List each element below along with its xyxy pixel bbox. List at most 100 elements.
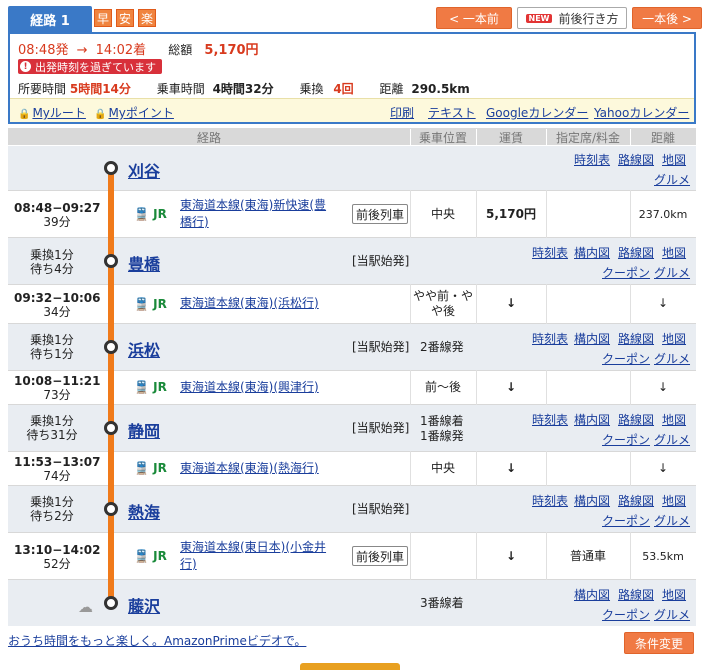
- around-route-label: 前後行き方: [558, 11, 619, 26]
- around-route-button[interactable]: NEW 前後行き方: [517, 7, 627, 29]
- platform: 1番線着 1番線発: [420, 414, 464, 444]
- ride-time-label: 乗車時間: [156, 82, 205, 96]
- text-link[interactable]: テキスト: [428, 104, 476, 121]
- premises-map-link[interactable]: 構内図: [574, 492, 610, 509]
- timetable-link[interactable]: 時刻表: [532, 244, 568, 261]
- segment-duration: 34分: [43, 305, 71, 319]
- station-name-toyohashi[interactable]: 豊橋: [128, 251, 160, 275]
- premises-map-link[interactable]: 構内図: [574, 330, 610, 347]
- line-name[interactable]: 東海道本線(東海)(浜松行): [180, 295, 319, 312]
- around-train-button[interactable]: 前後列車: [352, 204, 409, 224]
- route-map-link[interactable]: 路線図: [618, 411, 654, 428]
- badge-fast: 早: [94, 9, 112, 27]
- timetable-link[interactable]: 時刻表: [532, 492, 568, 509]
- boarding-position: 前〜後: [424, 380, 461, 394]
- start-station-note: [当駅始発]: [352, 340, 410, 354]
- route-map-link[interactable]: 路線図: [618, 244, 654, 261]
- gourmet-link[interactable]: グルメ: [654, 264, 690, 281]
- gourmet-link[interactable]: グルメ: [654, 171, 690, 188]
- map-link[interactable]: 地図: [662, 586, 686, 603]
- departure-time: 08:48発: [18, 43, 69, 58]
- line-name-1[interactable]: 東海道本線(東海)(興津行): [180, 380, 319, 394]
- jr-label: JR: [153, 380, 167, 394]
- premises-map-link[interactable]: 構内図: [574, 586, 610, 603]
- around-train-button[interactable]: 前後列車: [352, 546, 409, 566]
- gourmet-link[interactable]: グルメ: [654, 512, 690, 529]
- next-train-button[interactable]: 一本後 >: [632, 7, 702, 29]
- station-name-hamamatsu[interactable]: 浜松: [128, 337, 160, 361]
- line-name[interactable]: 東海道本線(東海)(熱海行): [180, 460, 319, 477]
- prev-train-button[interactable]: < 一本前: [436, 7, 512, 29]
- line-name[interactable]: 東海道本線(東海)新快速(豊 橋行): [180, 197, 326, 231]
- timetable-link[interactable]: 時刻表: [574, 151, 610, 168]
- line-name-2[interactable]: 橋行): [180, 215, 209, 229]
- route-map-link[interactable]: 路線図: [618, 151, 654, 168]
- coupon-link[interactable]: クーポン: [602, 264, 650, 281]
- map-link[interactable]: 地図: [662, 492, 686, 509]
- badge-cheap: 安: [116, 9, 134, 27]
- premises-map-link[interactable]: 構内図: [574, 244, 610, 261]
- my-point-text[interactable]: Myポイント: [108, 106, 173, 120]
- segment-distance: 237.0km: [638, 208, 688, 221]
- my-route-text[interactable]: Myルート: [32, 106, 85, 120]
- amazon-prime-ad-link[interactable]: おうち時間をもっと楽しく。AmazonPrimeビデオで。: [8, 632, 306, 649]
- map-link[interactable]: 地図: [662, 244, 686, 261]
- route-tab[interactable]: 経路 1: [8, 6, 92, 32]
- table-header: 経路 乗車位置 運賃 指定席/料金 距離: [8, 128, 696, 146]
- route-map-link[interactable]: 路線図: [618, 330, 654, 347]
- required-time-label: 所要時間: [18, 82, 67, 96]
- coupon-link[interactable]: クーポン: [602, 350, 650, 367]
- jr-line: 🚆 JR: [134, 207, 167, 221]
- gourmet-link[interactable]: グルメ: [654, 606, 690, 623]
- my-route-link[interactable]: 🔒 Myルート: [18, 104, 86, 121]
- station-name-kariya[interactable]: 刈谷: [128, 158, 160, 182]
- station-name-fujisawa[interactable]: 藤沢: [128, 593, 160, 617]
- timetable-link[interactable]: 時刻表: [532, 330, 568, 347]
- my-point-link[interactable]: 🔒 Myポイント: [94, 104, 174, 121]
- map-link[interactable]: 地図: [662, 151, 686, 168]
- timetable-link[interactable]: 時刻表: [532, 411, 568, 428]
- transfer-count: 4回: [333, 82, 354, 96]
- segment-time: 09:32−10:06: [14, 291, 101, 305]
- line-name-1[interactable]: 東海道本線(東海)(浜松行): [180, 296, 319, 310]
- jr-label: JR: [153, 461, 167, 475]
- line-name-1[interactable]: 東海道本線(東海)新快速(豊: [180, 198, 326, 212]
- col-seat: 指定席/料金: [555, 131, 621, 145]
- google-calendar-link[interactable]: Googleカレンダー: [486, 104, 588, 121]
- transfer-min: 乗換1分: [30, 248, 74, 262]
- premises-map-link[interactable]: 構内図: [574, 411, 610, 428]
- line-name-1[interactable]: 東海道本線(東日本)(小金井: [180, 540, 326, 554]
- col-distance: 距離: [650, 131, 675, 145]
- station-name-atami[interactable]: 熱海: [128, 499, 160, 523]
- train-icon: 🚆: [134, 380, 149, 394]
- line-name[interactable]: 東海道本線(東海)(興津行): [180, 379, 319, 396]
- top-bar: 経路 1 早 安 楽 < 一本前 NEW 前後行き方 一本後 >: [8, 6, 702, 32]
- route-map-link[interactable]: 路線図: [618, 492, 654, 509]
- change-conditions-button[interactable]: 条件変更: [624, 632, 694, 654]
- gourmet-link[interactable]: グルメ: [654, 350, 690, 367]
- route-map-link[interactable]: 路線図: [618, 586, 654, 603]
- line-name-2[interactable]: 行): [180, 557, 197, 571]
- transfer-time: 乗換1分 待ち31分: [22, 414, 82, 442]
- segment-fare: ↓: [505, 461, 517, 475]
- print-link[interactable]: 印刷: [390, 104, 414, 121]
- station-node: [104, 502, 118, 516]
- required-time-value: 5時間14分: [69, 82, 131, 96]
- line-name-1[interactable]: 東海道本線(東海)(熱海行): [180, 461, 319, 475]
- segment-fare: 5,170円: [486, 207, 536, 221]
- yahoo-calendar-link[interactable]: Yahooカレンダー: [594, 104, 689, 121]
- coupon-link[interactable]: クーポン: [602, 606, 650, 623]
- gourmet-link[interactable]: グルメ: [654, 431, 690, 448]
- platform: 3番線着: [420, 596, 464, 610]
- segment-duration: 74分: [43, 469, 71, 483]
- coupon-link[interactable]: クーポン: [602, 431, 650, 448]
- bottom-button-stub[interactable]: [300, 663, 400, 670]
- map-link[interactable]: 地図: [662, 411, 686, 428]
- segment-distance: ↓: [657, 380, 669, 394]
- station-name-shizuoka[interactable]: 静岡: [128, 418, 160, 442]
- summary-links: 🔒 Myルート 🔒 Myポイント 印刷 テキスト Googleカレンダー Yahoo…: [10, 98, 694, 122]
- coupon-link[interactable]: クーポン: [602, 512, 650, 529]
- map-link[interactable]: 地図: [662, 330, 686, 347]
- boarding-position: やや前・や や後: [410, 289, 476, 319]
- line-name[interactable]: 東海道本線(東日本)(小金井 行): [180, 539, 326, 573]
